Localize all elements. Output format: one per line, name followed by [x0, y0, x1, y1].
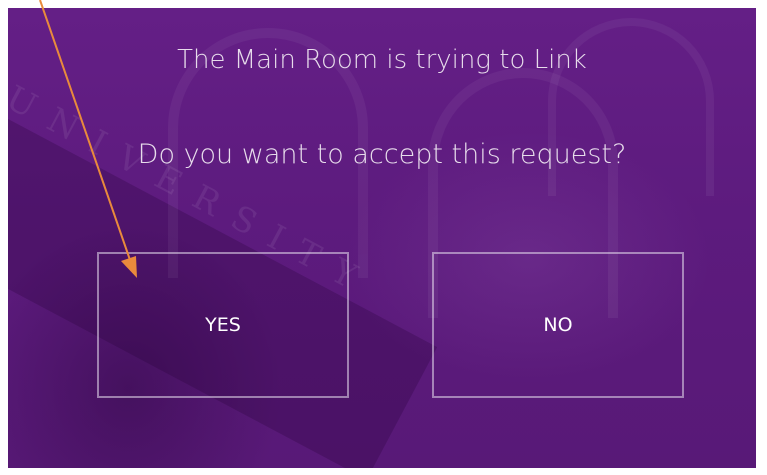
screenshot-stage: UNIVERSITY The Main Room is trying to Li…: [0, 0, 767, 475]
no-button[interactable]: NO: [432, 252, 684, 398]
link-request-question: Do you want to accept this request?: [137, 139, 627, 170]
no-button-label: NO: [543, 314, 573, 336]
link-request-title: The Main Room is trying to Link: [177, 45, 587, 75]
yes-button-label: YES: [205, 314, 241, 336]
yes-button[interactable]: YES: [97, 252, 349, 398]
link-request-panel: UNIVERSITY The Main Room is trying to Li…: [8, 8, 756, 468]
